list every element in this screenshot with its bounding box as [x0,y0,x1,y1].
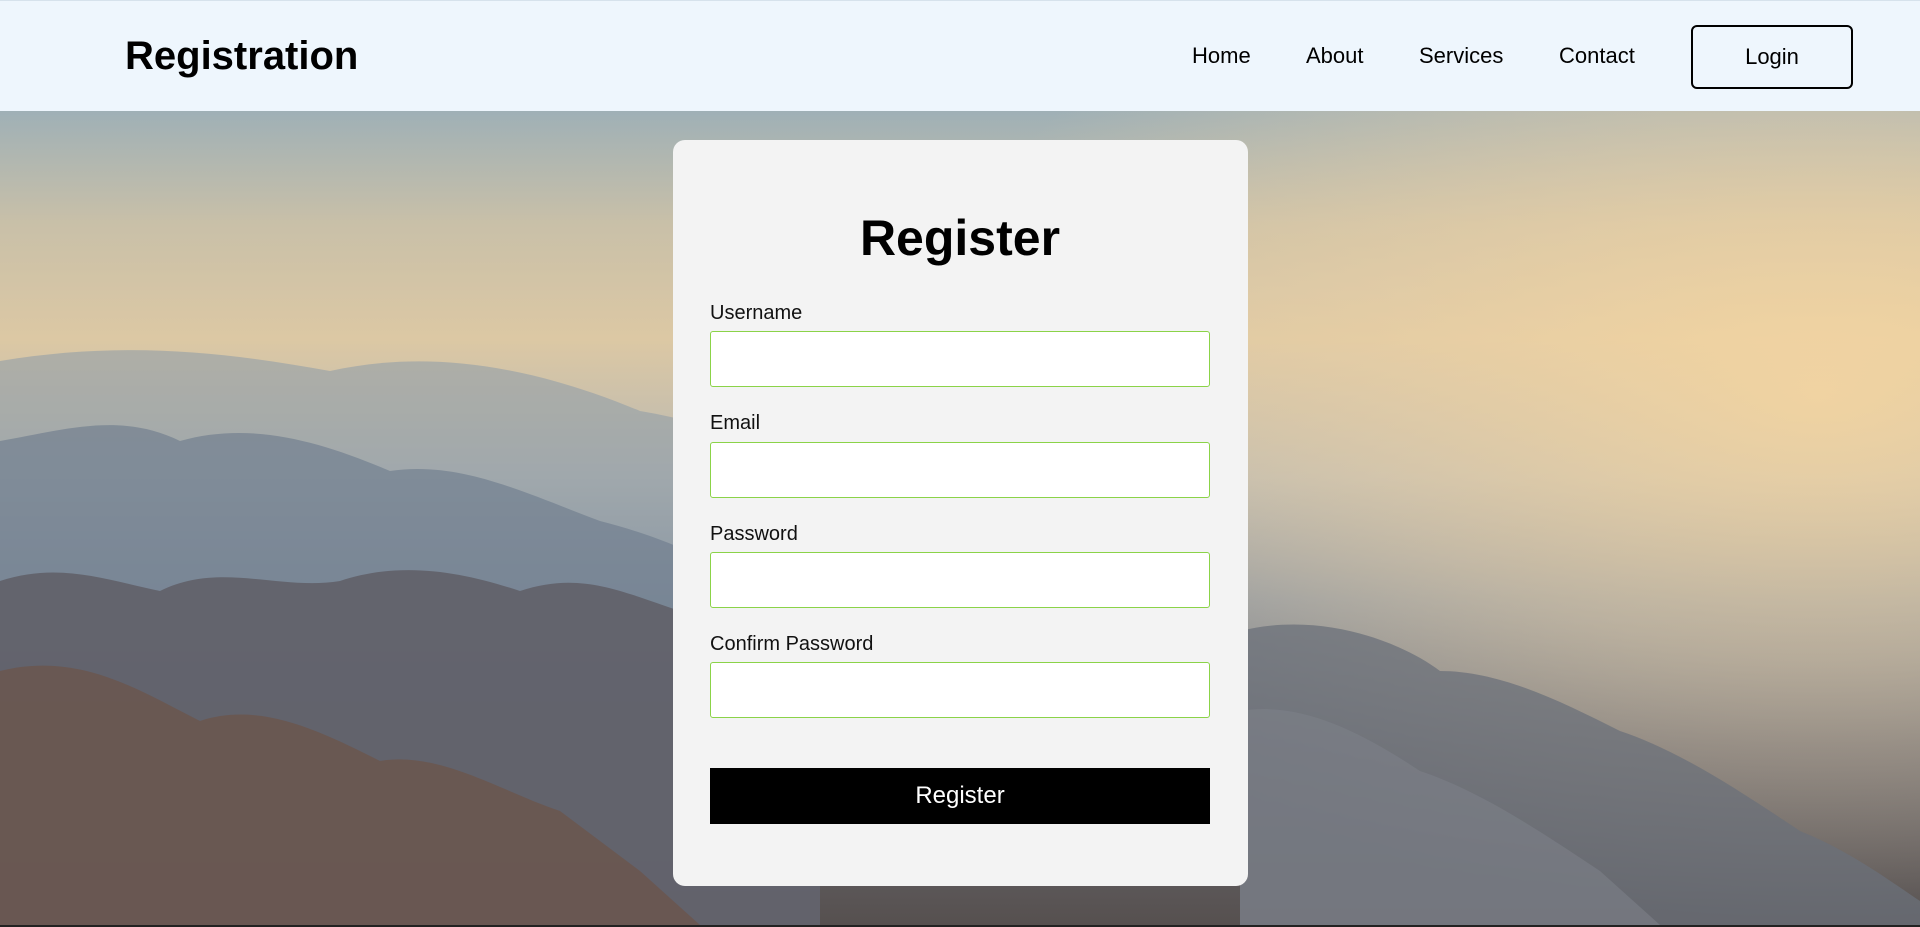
nav-about-link[interactable]: About [1306,43,1364,69]
password-label: Password [710,523,798,545]
confirm-password-label: Confirm Password [710,633,874,655]
nav-contact-link[interactable]: Contact [1559,43,1635,69]
email-label: Email [710,412,761,434]
site-title: Registration [125,34,359,78]
site-header: Registration Home About Services Contact… [0,0,1920,111]
username-input[interactable] [710,331,1210,387]
nav-services-link[interactable]: Services [1419,43,1503,69]
nav-home-link[interactable]: Home [1192,43,1251,69]
confirm-password-input[interactable] [710,662,1210,718]
form-title: Register [859,210,1061,266]
login-button[interactable]: Login [1691,25,1853,89]
username-label: Username [710,302,803,324]
register-button[interactable]: Register [710,768,1210,824]
email-input[interactable] [710,442,1210,498]
password-input[interactable] [710,552,1210,608]
